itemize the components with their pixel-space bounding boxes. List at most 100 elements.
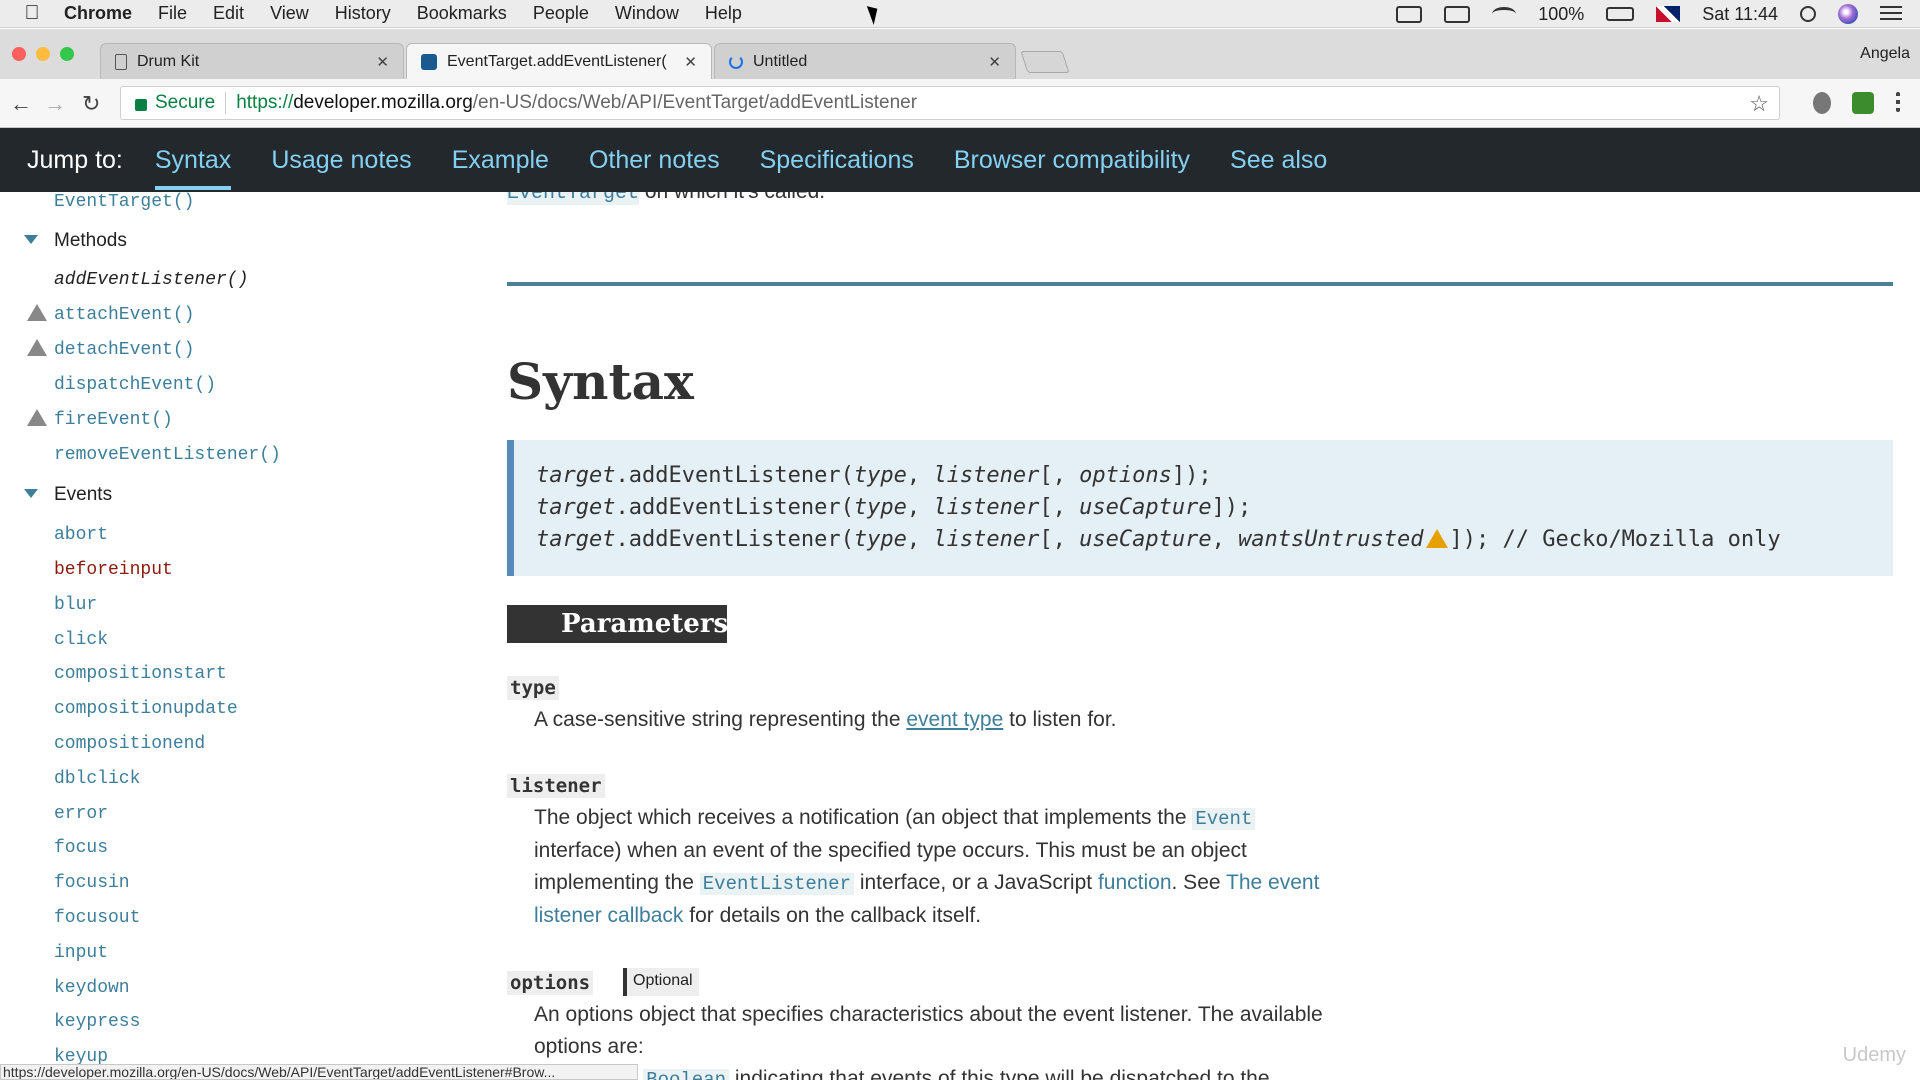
warning-icon[interactable] bbox=[1425, 529, 1448, 548]
bookmark-star-icon[interactable]: ☆ bbox=[1749, 91, 1769, 117]
sidebar-event-focus[interactable]: focus bbox=[54, 838, 108, 858]
close-tab-icon[interactable]: ✕ bbox=[376, 53, 389, 71]
close-window-button[interactable] bbox=[12, 47, 26, 61]
url-scheme: https:// bbox=[236, 92, 294, 113]
sidebar-nav: EventTarget() Methods addEventListener()… bbox=[0, 192, 480, 1080]
param-desc-options: An options object that specifies charact… bbox=[534, 999, 1414, 1080]
sidebar-event-keypress[interactable]: keypress bbox=[54, 1012, 140, 1032]
menu-window[interactable]: Window bbox=[615, 3, 679, 24]
menu-help[interactable]: Help bbox=[705, 3, 742, 24]
sidebar-section-methods[interactable]: Methods bbox=[24, 230, 127, 252]
html-extension-icon[interactable] bbox=[1852, 92, 1874, 114]
sidebar-event-dblclick[interactable]: dblclick bbox=[54, 769, 140, 789]
bug-extension-icon[interactable] bbox=[1813, 92, 1831, 114]
wifi-icon[interactable] bbox=[1492, 7, 1517, 21]
event-type-link[interactable]: event type bbox=[906, 708, 1003, 731]
maximize-window-button[interactable] bbox=[60, 47, 74, 61]
profile-button[interactable]: Angela bbox=[1860, 45, 1910, 63]
tab-addeventlistener[interactable]: EventTarget.addEventListener( ✕ bbox=[406, 43, 712, 79]
warning-icon bbox=[27, 409, 47, 426]
param-term-listener: listener bbox=[507, 774, 605, 798]
sidebar-item-removeeventlistener[interactable]: removeEventListener() bbox=[54, 445, 281, 465]
menu-view[interactable]: View bbox=[270, 3, 309, 24]
tab-title: EventTarget.addEventListener( bbox=[447, 52, 667, 70]
jump-link-browser-compatibility[interactable]: Browser compatibility bbox=[954, 146, 1190, 175]
collapse-triangle-icon[interactable] bbox=[24, 235, 38, 244]
tab-title: Untitled bbox=[753, 52, 808, 70]
listener-callback-link-cont[interactable]: listener callback bbox=[534, 904, 683, 927]
input-source-flag-icon[interactable] bbox=[1656, 6, 1681, 22]
listener-callback-link[interactable]: The event bbox=[1226, 871, 1319, 894]
menu-edit[interactable]: Edit bbox=[213, 3, 244, 24]
warning-icon bbox=[27, 304, 47, 321]
sidebar-event-abort[interactable]: abort bbox=[54, 525, 108, 545]
lock-icon[interactable] bbox=[135, 99, 147, 111]
jump-link-specifications[interactable]: Specifications bbox=[760, 146, 914, 175]
new-tab-button[interactable] bbox=[1020, 51, 1070, 73]
sidebar-item-attachevent[interactable]: attachEvent() bbox=[54, 305, 194, 325]
sidebar-item-detachevent[interactable]: detachEvent() bbox=[54, 340, 194, 360]
jump-link-example[interactable]: Example bbox=[452, 146, 549, 175]
function-link[interactable]: function bbox=[1098, 871, 1172, 894]
sidebar-event-click[interactable]: click bbox=[54, 630, 108, 650]
warning-icon bbox=[27, 339, 47, 356]
close-tab-icon[interactable]: ✕ bbox=[684, 53, 697, 71]
notification-center-icon[interactable] bbox=[1880, 6, 1902, 22]
section-divider bbox=[507, 282, 1893, 286]
spotlight-search-icon[interactable] bbox=[1800, 6, 1816, 22]
chrome-menu-icon[interactable] bbox=[1896, 92, 1900, 112]
jump-to-bar: Jump to: Syntax Usage notes Example Othe… bbox=[0, 128, 1920, 192]
screen-record-icon[interactable] bbox=[1396, 5, 1423, 23]
sidebar-event-input[interactable]: input bbox=[54, 943, 108, 963]
sidebar-event-error[interactable]: error bbox=[54, 804, 108, 824]
sidebar-event-compositionstart[interactable]: compositionstart bbox=[54, 664, 227, 684]
battery-icon[interactable] bbox=[1606, 7, 1635, 21]
param-term-type: type bbox=[507, 676, 559, 700]
menu-file[interactable]: File bbox=[158, 3, 187, 24]
status-bar-url: https://developer.mozilla.org/en-US/docs… bbox=[0, 1064, 638, 1080]
eventlistener-code-link[interactable]: EventListener bbox=[699, 873, 854, 895]
reload-icon[interactable]: ↻ bbox=[82, 91, 100, 117]
sidebar-event-blur[interactable]: blur bbox=[54, 595, 97, 615]
jump-link-syntax[interactable]: Syntax bbox=[154, 146, 232, 190]
sidebar-item-fireevent[interactable]: fireEvent() bbox=[54, 410, 173, 430]
sidebar-event-focusout[interactable]: focusout bbox=[54, 908, 140, 928]
sidebar-item-addeventlistener[interactable]: addEventListener() bbox=[54, 270, 248, 290]
tab-untitled[interactable]: Untitled ✕ bbox=[714, 43, 1016, 79]
address-bar[interactable]: Secure https://developer.mozilla.org/en-… bbox=[120, 86, 1780, 120]
clock[interactable]: Sat 11:44 bbox=[1702, 4, 1778, 25]
sidebar-item-eventtarget[interactable]: EventTarget() bbox=[54, 192, 194, 212]
apple-menu-icon[interactable]:  bbox=[0, 2, 64, 25]
jump-link-see-also[interactable]: See also bbox=[1230, 146, 1327, 175]
boolean-code-link[interactable]: Boolean bbox=[643, 1069, 730, 1080]
jump-link-usage-notes[interactable]: Usage notes bbox=[271, 146, 411, 175]
tab-title: Drum Kit bbox=[137, 52, 200, 70]
sidebar-event-keydown[interactable]: keydown bbox=[54, 978, 130, 998]
eventtarget-code-link[interactable]: EventTarget bbox=[507, 192, 640, 205]
menu-bookmarks[interactable]: Bookmarks bbox=[417, 3, 507, 24]
display-icon[interactable] bbox=[1444, 5, 1471, 23]
optional-badge: Optional bbox=[623, 968, 699, 996]
back-arrow-icon[interactable]: ← bbox=[10, 91, 32, 117]
sidebar-item-dispatchevent[interactable]: dispatchEvent() bbox=[54, 375, 216, 395]
collapse-triangle-icon[interactable] bbox=[24, 489, 38, 498]
sidebar-event-focusin[interactable]: focusin bbox=[54, 873, 130, 893]
menu-people[interactable]: People bbox=[533, 3, 589, 24]
sidebar-section-events[interactable]: Events bbox=[24, 484, 112, 506]
tab-drum-kit[interactable]: Drum Kit ✕ bbox=[100, 43, 404, 79]
menu-app-chrome[interactable]: Chrome bbox=[64, 3, 132, 24]
forward-arrow-icon[interactable]: → bbox=[44, 91, 66, 117]
siri-icon[interactable] bbox=[1838, 4, 1858, 24]
event-code-link[interactable]: Event bbox=[1192, 808, 1256, 830]
minimize-window-button[interactable] bbox=[36, 47, 50, 61]
sidebar-event-compositionend[interactable]: compositionend bbox=[54, 734, 205, 754]
sidebar-event-beforeinput[interactable]: beforeinput bbox=[54, 560, 173, 580]
menu-history[interactable]: History bbox=[335, 3, 391, 24]
tab-strip: Drum Kit ✕ EventTarget.addEventListener(… bbox=[0, 29, 1920, 79]
battery-percent: 100% bbox=[1538, 3, 1585, 24]
parameters-heading: Parameters bbox=[507, 605, 728, 643]
secure-label[interactable]: Secure bbox=[155, 92, 227, 114]
sidebar-event-compositionupdate[interactable]: compositionupdate bbox=[54, 699, 238, 719]
close-tab-icon[interactable]: ✕ bbox=[988, 53, 1001, 71]
jump-link-other-notes[interactable]: Other notes bbox=[589, 146, 720, 175]
